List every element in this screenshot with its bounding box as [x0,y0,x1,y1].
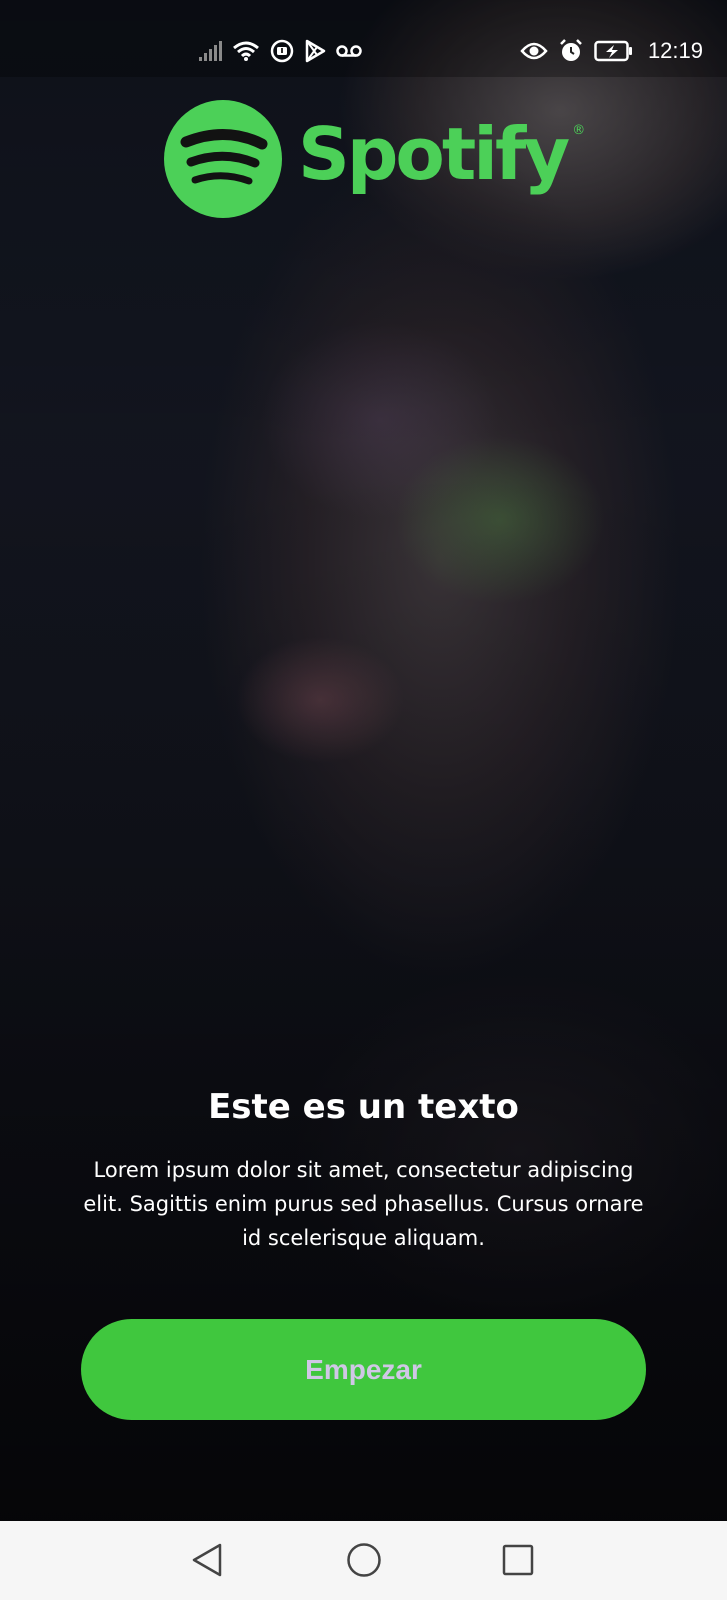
wifi-icon [232,40,260,62]
home-icon [347,1543,381,1577]
signal-icon [198,40,222,62]
battery-icon [594,40,634,62]
back-button[interactable] [183,1536,231,1584]
onboarding-screen: 12:19 Spotify ® Este es un texto Lorem ip… [0,0,727,1600]
play-store-icon [304,39,326,63]
recents-icon [502,1544,534,1576]
registered-mark: ® [572,123,586,138]
recents-button[interactable] [494,1536,542,1584]
onboarding-body: Lorem ipsum dolor sit amet, consectetur … [83,1158,644,1250]
status-bar: 12:19 [0,0,727,77]
voicemail-icon [336,44,362,58]
onboarding-headline: Este es un texto [208,1087,519,1127]
spotify-logo: Spotify ® [164,100,585,218]
home-button[interactable] [340,1536,388,1584]
brand-name: Spotify [298,112,570,196]
back-icon [192,1543,222,1577]
download-icon [270,39,294,63]
alarm-icon [558,38,584,64]
navigation-bar [0,1521,727,1600]
status-left-icons [198,37,362,65]
eye-icon [520,41,548,61]
hero-overlay [0,0,727,1521]
spotify-icon [164,100,282,218]
brand-wordmark: Spotify ® [298,118,585,190]
status-time: 12:19 [647,38,703,63]
status-right-icons: 12:19 [520,37,703,65]
start-button[interactable]: Empezar [81,1319,646,1420]
